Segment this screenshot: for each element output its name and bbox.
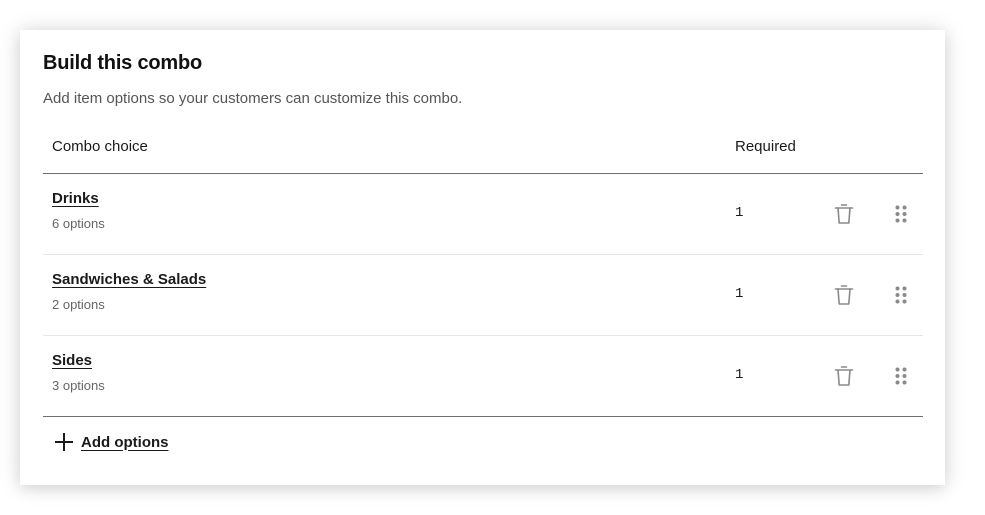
plus-icon	[54, 432, 74, 452]
trash-icon[interactable]	[832, 283, 856, 307]
panel-subtitle: Add item options so your customers can c…	[43, 90, 463, 107]
combo-choice-link-sandwiches-salads[interactable]: Sandwiches & Salads	[52, 271, 206, 288]
options-count: 6 options	[52, 216, 105, 231]
add-options-label: Add options	[81, 433, 169, 451]
combo-builder-card: Build this combo Add item options so you…	[20, 30, 945, 485]
required-count: 1	[735, 286, 744, 302]
drag-handle-icon[interactable]	[893, 283, 909, 307]
drag-handle-icon[interactable]	[893, 364, 909, 388]
table-header: Combo choice Required	[43, 126, 923, 174]
combo-choices-table: Combo choice Required Drinks 6 options 1	[43, 126, 923, 417]
column-header-combo-choice: Combo choice	[52, 138, 148, 155]
combo-choice-link-sides[interactable]: Sides	[52, 352, 92, 369]
required-count: 1	[735, 205, 744, 221]
table-row: Sandwiches & Salads 2 options 1	[43, 255, 923, 336]
options-count: 3 options	[52, 378, 105, 393]
required-count: 1	[735, 367, 744, 383]
combo-choice-link-drinks[interactable]: Drinks	[52, 190, 99, 207]
table-row: Drinks 6 options 1	[43, 174, 923, 255]
column-header-required: Required	[735, 138, 796, 155]
table-row: Sides 3 options 1	[43, 336, 923, 417]
panel-title: Build this combo	[43, 52, 203, 74]
options-count: 2 options	[52, 297, 105, 312]
add-options-button[interactable]: Add options	[54, 430, 168, 454]
trash-icon[interactable]	[832, 202, 856, 226]
drag-handle-icon[interactable]	[893, 202, 909, 226]
trash-icon[interactable]	[832, 364, 856, 388]
